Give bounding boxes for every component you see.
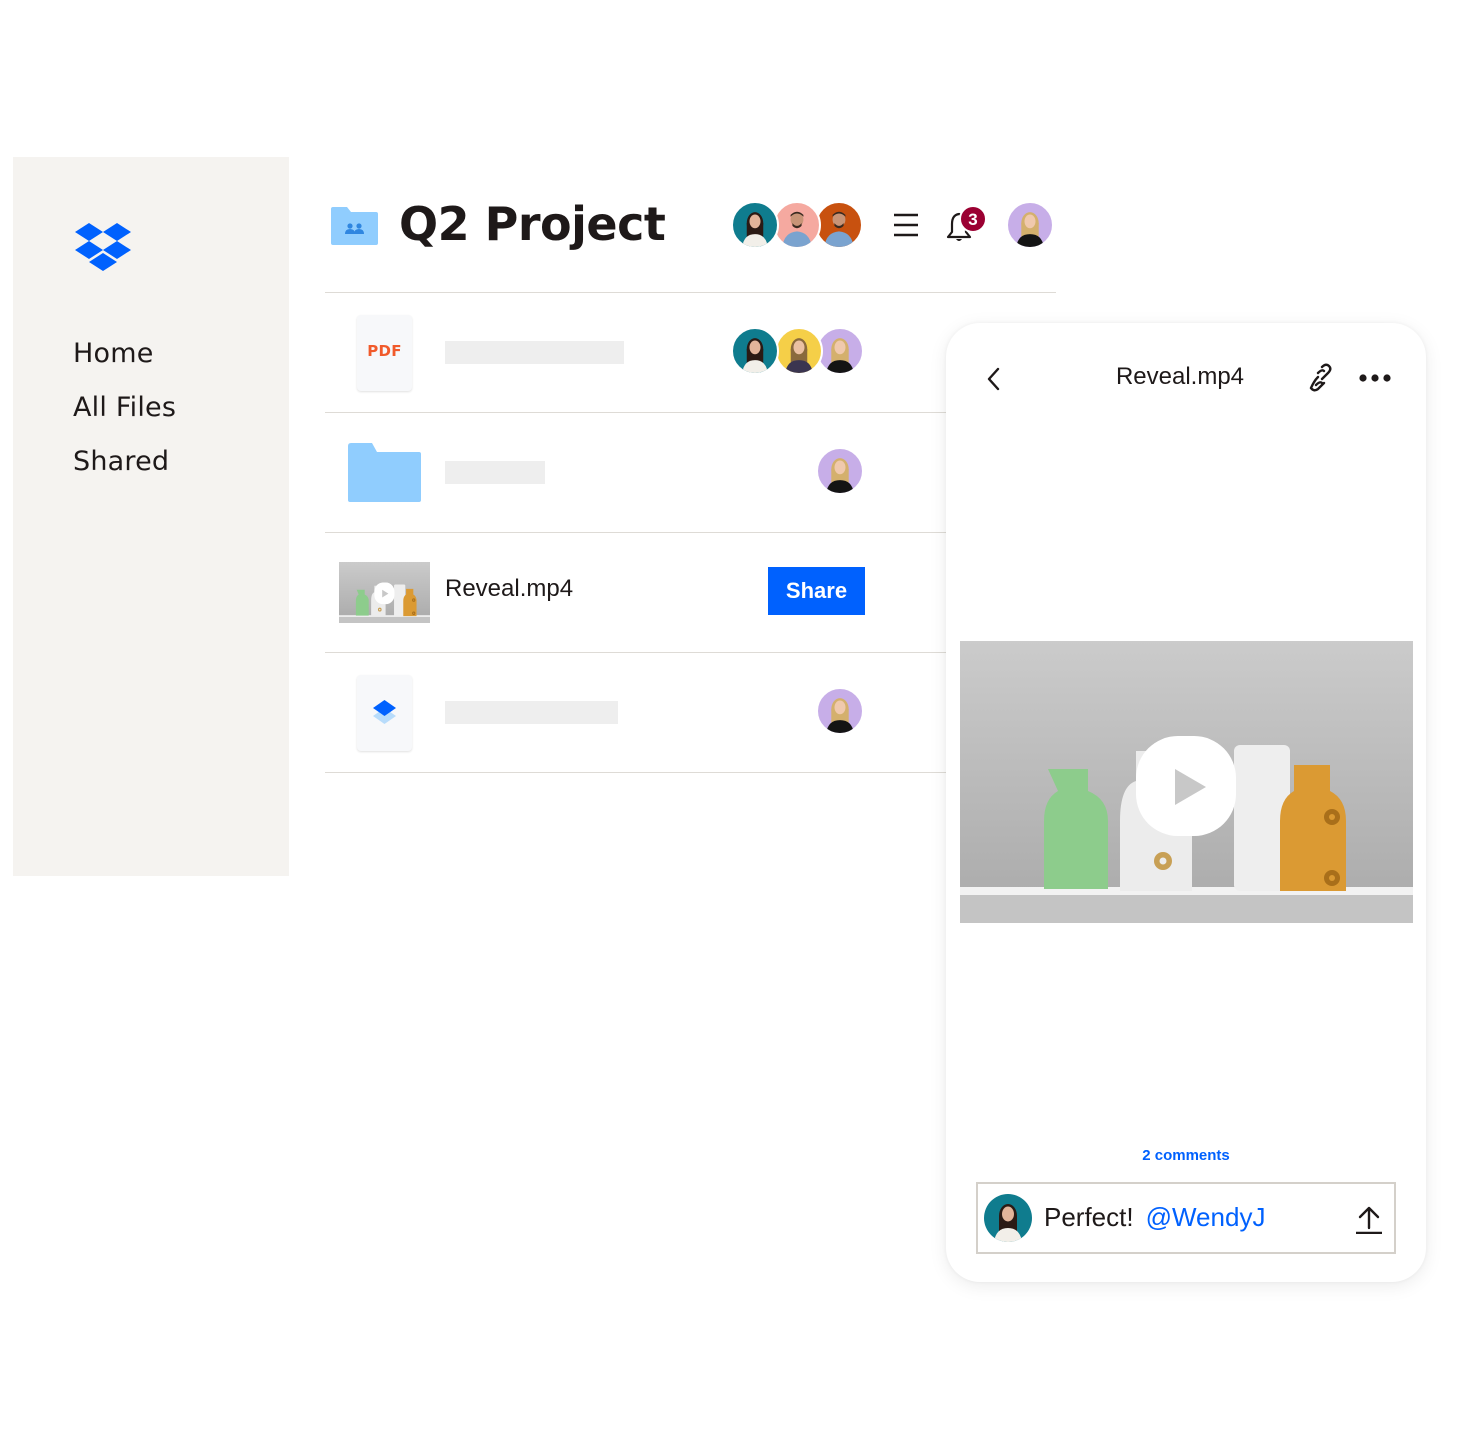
file-name-placeholder [445, 461, 545, 484]
video-thumbnail [339, 562, 430, 623]
member-avatar[interactable] [773, 201, 821, 249]
pdf-file-icon: PDF [357, 315, 412, 391]
dropbox-doc-icon [357, 675, 412, 751]
file-row-folder[interactable] [325, 413, 946, 533]
current-user-avatar[interactable] [1006, 201, 1054, 249]
more-horizontal-icon[interactable] [1358, 371, 1392, 385]
mention-link[interactable]: @WendyJ [1146, 1202, 1266, 1232]
member-avatar[interactable] [731, 201, 779, 249]
comment-input[interactable]: Perfect! @WendyJ [976, 1182, 1396, 1254]
file-row-pdf[interactable]: PDF [325, 293, 946, 413]
preview-title: Reveal.mp4 [1115, 363, 1245, 390]
sidebar-item-shared[interactable]: Shared [73, 443, 176, 497]
notification-badge: 3 [959, 205, 987, 233]
comment-message: Perfect! [1044, 1202, 1134, 1232]
link-icon[interactable] [1306, 361, 1334, 395]
file-name-placeholder [445, 341, 624, 364]
file-preview-panel: Reveal.mp4 2 comments Perfect! @WendyJ [946, 323, 1426, 1282]
file-row-doc[interactable] [325, 653, 946, 773]
comment-text: Perfect! @WendyJ [1044, 1202, 1265, 1233]
hamburger-menu-icon[interactable] [893, 212, 919, 238]
shared-avatar [731, 327, 779, 375]
stack-layers-icon [373, 700, 396, 724]
shared-avatar [775, 327, 823, 375]
comments-count-link[interactable]: 2 comments [946, 1147, 1426, 1164]
file-name: Reveal.mp4 [445, 575, 574, 602]
file-row-video[interactable]: Reveal.mp4 Share [325, 533, 946, 653]
member-avatar[interactable] [815, 201, 863, 249]
share-button[interactable]: Share [768, 567, 865, 615]
shared-avatar [816, 687, 864, 735]
sidebar-nav: Home All Files Shared [73, 335, 176, 497]
video-player[interactable] [960, 641, 1413, 923]
commenter-avatar [984, 1194, 1032, 1242]
shared-avatar [816, 327, 864, 375]
sidebar-item-home[interactable]: Home [73, 335, 176, 389]
file-name-placeholder [445, 701, 618, 724]
shared-avatar [816, 447, 864, 495]
sidebar-item-all-files[interactable]: All Files [73, 389, 176, 443]
sidebar: Home All Files Shared [13, 157, 289, 876]
upload-send-icon[interactable] [1354, 1204, 1384, 1234]
dropbox-logo-icon[interactable] [75, 223, 131, 271]
folder-icon [348, 443, 421, 502]
page-title: Q2 Project [399, 197, 666, 251]
shared-folder-icon [331, 207, 378, 245]
